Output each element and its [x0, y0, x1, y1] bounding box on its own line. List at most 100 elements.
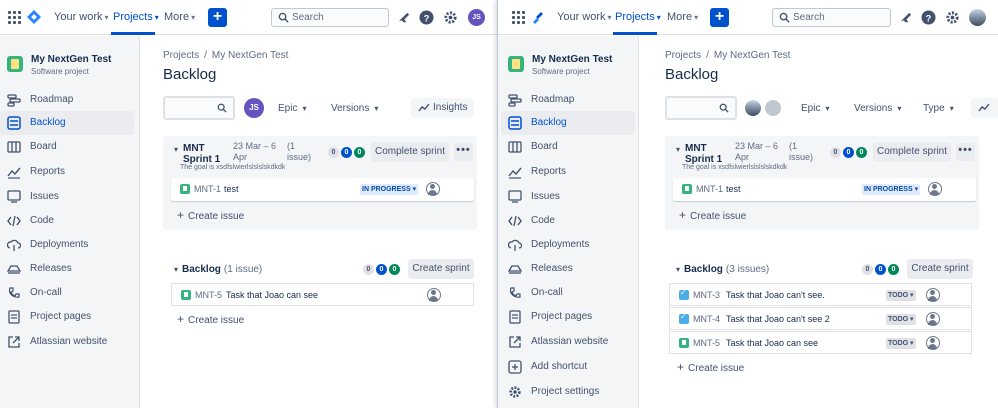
notifications-icon[interactable] — [898, 10, 913, 25]
help-icon[interactable]: ? — [921, 10, 936, 25]
sidebar-item-code[interactable]: Code — [501, 209, 635, 233]
versions-filter[interactable]: Versions ▾ — [854, 103, 901, 114]
create-button[interactable]: + — [710, 8, 729, 27]
versions-filter[interactable]: Versions ▾ — [331, 103, 378, 114]
sidebar-item-project-pages[interactable]: Project pages — [0, 305, 134, 329]
epic-filter[interactable]: Epic ▾ — [278, 103, 306, 114]
settings-icon[interactable] — [443, 10, 458, 25]
assignee-avatar[interactable] — [928, 182, 942, 196]
backlog-search-input[interactable] — [163, 96, 235, 120]
assignee-avatar[interactable] — [427, 288, 441, 302]
assignee-avatar[interactable] — [926, 336, 940, 350]
breadcrumb-project[interactable]: My NextGen Test — [212, 50, 289, 61]
create-issue-button[interactable]: + Create issue — [177, 208, 244, 222]
app-switcher-icon[interactable] — [8, 11, 21, 24]
complete-sprint-button[interactable]: Complete sprint — [873, 142, 951, 162]
issue-row[interactable]: MNT-3 Task that Joao can't see. TODO ▾ — [669, 283, 972, 306]
sidebar-item-deployments[interactable]: Deployments — [0, 233, 134, 257]
status-dropdown[interactable]: IN PROGRESS ▾ — [862, 184, 921, 195]
profile-avatar[interactable]: JS — [468, 9, 485, 26]
issue-key[interactable]: MNT-1 — [194, 184, 221, 194]
insights-button[interactable] — [971, 98, 998, 118]
issue-row[interactable]: MNT-5 Task that Joao can see TODO ▾ — [669, 331, 972, 354]
breadcrumb-projects[interactable]: Projects — [665, 50, 701, 61]
issue-key[interactable]: MNT-1 — [696, 184, 723, 194]
nav-your-work[interactable]: Your work ▾ — [54, 11, 109, 23]
search-input[interactable]: Search — [772, 8, 891, 27]
status-dropdown[interactable]: IN PROGRESS ▾ — [360, 184, 419, 195]
issue-row[interactable]: MNT-4 Task that Joao can't see 2 TODO ▾ — [669, 307, 972, 330]
nav-more[interactable]: More ▾ — [164, 11, 195, 23]
status-dropdown[interactable]: TODO ▾ — [886, 314, 916, 325]
sidebar-item-roadmap[interactable]: Roadmap — [501, 88, 635, 112]
issue-key[interactable]: MNT-5 — [195, 290, 222, 300]
sidebar-item-reports[interactable]: Reports — [0, 160, 134, 184]
issue-key[interactable]: MNT-5 — [693, 338, 720, 348]
breadcrumb-project[interactable]: My NextGen Test — [714, 50, 791, 61]
insights-button[interactable]: Insights — [411, 98, 475, 118]
assignee-filter-avatar[interactable]: JS — [244, 98, 264, 118]
sidebar-item-atlassian-website[interactable]: Atlassian website — [501, 330, 635, 354]
breadcrumb-projects[interactable]: Projects — [163, 50, 199, 61]
sidebar-item-roadmap[interactable]: Roadmap — [0, 88, 134, 112]
sidebar-item-add-shortcut[interactable]: Add shortcut — [501, 355, 635, 379]
type-filter[interactable]: Type ▾ — [923, 103, 954, 114]
epic-filter[interactable]: Epic ▾ — [801, 103, 829, 114]
status-dropdown[interactable]: TODO ▾ — [886, 338, 916, 349]
complete-sprint-button[interactable]: Complete sprint — [371, 142, 449, 162]
sidebar-item-issues[interactable]: Issues — [501, 185, 635, 209]
sidebar-item-deployments[interactable]: Deployments — [501, 233, 635, 257]
issue-row[interactable]: MNT-1 test IN PROGRESS ▾ — [171, 178, 474, 201]
unassigned-filter-avatar[interactable] — [763, 98, 783, 118]
create-button[interactable]: + — [208, 8, 227, 27]
issue-key[interactable]: MNT-4 — [693, 314, 720, 324]
code-icon — [7, 215, 21, 227]
nav-projects[interactable]: Projects ▾ — [113, 11, 159, 23]
sidebar-item-project-settings[interactable]: Project settings — [501, 380, 635, 404]
sidebar-item-backlog[interactable]: Backlog — [501, 111, 635, 135]
sidebar-item-on-call[interactable]: On-call — [0, 281, 134, 305]
settings-icon[interactable] — [945, 10, 960, 25]
sidebar-item-releases[interactable]: Releases — [501, 257, 635, 281]
issue-row[interactable]: MNT-1 test IN PROGRESS ▾ — [673, 178, 976, 201]
nav-your-work[interactable]: Your work ▾ — [557, 11, 612, 23]
create-issue-button[interactable]: + Create issue — [679, 208, 746, 222]
sprint-more-button[interactable]: ••• — [956, 143, 975, 161]
sidebar-item-project-pages[interactable]: Project pages — [501, 305, 635, 329]
backlog-header[interactable]: ▾ Backlog (1 issue) — [174, 264, 262, 275]
create-sprint-button[interactable]: Create sprint — [408, 259, 474, 279]
assignee-filter-avatar[interactable] — [743, 98, 763, 118]
status-dropdown[interactable]: TODO ▾ — [886, 290, 916, 301]
search-input[interactable]: Search — [271, 8, 389, 27]
collapse-chevron-icon[interactable]: ▾ — [676, 145, 680, 154]
sidebar-item-reports[interactable]: Reports — [501, 160, 635, 184]
nav-more[interactable]: More ▾ — [667, 11, 698, 23]
create-issue-button[interactable]: + Create issue — [177, 312, 244, 326]
notifications-icon[interactable] — [396, 10, 411, 25]
backlog-header[interactable]: ▾ Backlog (3 issues) — [676, 264, 769, 275]
issue-key[interactable]: MNT-3 — [693, 290, 720, 300]
backlog-search-input[interactable] — [665, 96, 737, 120]
sidebar-item-board[interactable]: Board — [0, 135, 134, 159]
sidebar-item-issues[interactable]: Issues — [0, 185, 134, 209]
sidebar-item-backlog[interactable]: Backlog — [0, 111, 134, 135]
create-issue-button[interactable]: + Create issue — [677, 360, 744, 374]
help-icon[interactable]: ? — [419, 10, 434, 25]
assignee-avatar[interactable] — [926, 288, 940, 302]
sidebar-item-on-call[interactable]: On-call — [501, 281, 635, 305]
jira-logo-icon[interactable] — [27, 10, 41, 24]
assignee-avatar[interactable] — [926, 312, 940, 326]
sprint-more-button[interactable]: ••• — [454, 143, 473, 161]
sidebar-item-code[interactable]: Code — [0, 209, 134, 233]
app-switcher-icon[interactable] — [512, 11, 525, 24]
profile-avatar[interactable] — [969, 9, 986, 26]
sidebar-item-board[interactable]: Board — [501, 135, 635, 159]
issue-row[interactable]: MNT-5 Task that Joao can see — [171, 283, 474, 306]
sidebar-item-atlassian-website[interactable]: Atlassian website — [0, 330, 134, 354]
create-sprint-button[interactable]: Create sprint — [907, 259, 973, 279]
sidebar-item-releases[interactable]: Releases — [0, 257, 134, 281]
nav-projects[interactable]: Projects ▾ — [615, 11, 661, 23]
assignee-avatar[interactable] — [426, 182, 440, 196]
jira-logo-icon[interactable] — [531, 10, 545, 24]
collapse-chevron-icon[interactable]: ▾ — [174, 145, 178, 154]
